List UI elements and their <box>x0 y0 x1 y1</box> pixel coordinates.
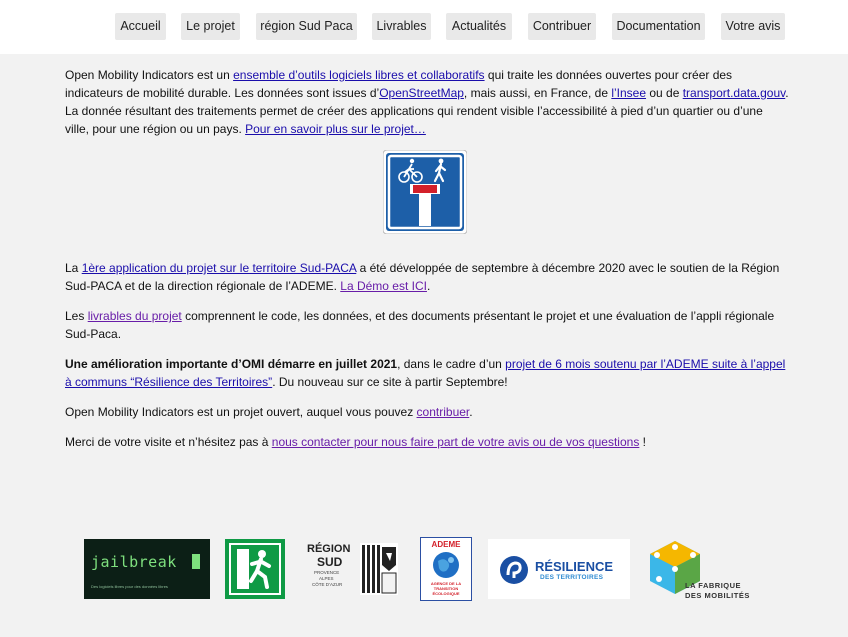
merci-paragraph: Merci de votre visite et n’hésitez pas à… <box>65 433 790 451</box>
sudpaca-paragraph: La 1ère application du projet sur le ter… <box>65 259 790 295</box>
fabrique-line2: DES MOBILITÉS <box>685 591 750 600</box>
jailbreak-logo[interactable]: jailbreak Des logiciels libres pour des … <box>84 539 210 599</box>
region-line1: RÉGION <box>307 543 351 555</box>
sudpaca-text: . <box>426 279 431 293</box>
region-sud-logo[interactable]: RÉGION SUD PROVENCE ALPES CÔTE D’AZUR <box>305 539 400 601</box>
partner-logos: jailbreak Des logiciels libres pour des … <box>0 535 848 605</box>
link-insee[interactable]: l’Insee <box>611 86 646 100</box>
jailbreak-wordmark: jailbreak <box>91 553 177 571</box>
amelioration-text: , dans le cadre d’un <box>397 357 506 371</box>
nav-actualites[interactable]: Actualités <box>446 13 512 40</box>
intro-text: Open Mobility Indicators est un <box>65 68 234 82</box>
ouvert-paragraph: Open Mobility Indicators est un projet o… <box>65 403 790 421</box>
nav-livrables[interactable]: Livrables <box>372 13 431 40</box>
dead-end-sign-icon <box>383 150 467 234</box>
ademe-logo[interactable]: ADEME AGENCE DE LA TRANSITION ÉCOLOGIQUE <box>420 537 472 601</box>
ademe-subtitle: AGENCE DE LA TRANSITION ÉCOLOGIQUE <box>421 581 471 596</box>
link-demo-ici[interactable]: La Démo est ICI <box>340 279 427 293</box>
top-bar: Accueil Le projet région Sud Paca Livrab… <box>0 0 848 54</box>
fabrique-mobilites-logo[interactable]: LA FABRIQUE DES MOBILITÉS <box>645 537 775 603</box>
cursor-block-icon <box>192 554 200 569</box>
exit-sign-icon[interactable] <box>225 539 285 599</box>
nav-contribuer[interactable]: Contribuer <box>528 13 596 40</box>
amelioration-bold: Une amélioration importante d’OMI démarr… <box>65 357 398 371</box>
region-line5: CÔTE D’AZUR <box>312 582 343 587</box>
ademe-sub3: ÉCOLOGIQUE <box>432 591 460 596</box>
intro-paragraph: Open Mobility Indicators est un ensemble… <box>65 66 790 138</box>
fabrique-line1: LA FABRIQUE <box>685 581 742 590</box>
ademe-wordmark: ADEME <box>431 540 461 549</box>
merci-text: Merci de votre visite et n’hésitez pas à <box>65 435 272 449</box>
intro-text: , mais aussi, en France, de <box>463 86 612 100</box>
region-crest-icon <box>360 543 398 595</box>
link-1ere-application[interactable]: 1ère application du projet sur le territ… <box>82 261 357 275</box>
intro-text: ou de <box>646 86 683 100</box>
link-contribuer[interactable]: contribuer <box>417 405 470 419</box>
main-content: Open Mobility Indicators est un ensemble… <box>65 66 790 463</box>
link-outils-logiciels[interactable]: ensemble d’outils logiciels libres et co… <box>233 68 484 82</box>
amelioration-text: . Du nouveau sur ce site à partir Septem… <box>272 375 508 389</box>
link-livrables[interactable]: livrables du projet <box>88 309 182 323</box>
amelioration-paragraph: Une amélioration importante d’OMI démarr… <box>65 355 790 391</box>
nav-accueil[interactable]: Accueil <box>115 13 166 40</box>
nav-le-projet[interactable]: Le projet <box>181 13 240 40</box>
livrables-text: Les <box>65 309 88 323</box>
ademe-globe-icon <box>433 552 459 578</box>
nav-region-sud-paca[interactable]: région Sud Paca <box>256 13 357 40</box>
nav-documentation[interactable]: Documentation <box>612 13 705 40</box>
sign-container <box>65 150 790 242</box>
livrables-paragraph: Les livrables du projet comprennent le c… <box>65 307 790 343</box>
link-openstreetmap[interactable]: OpenStreetMap <box>379 86 464 100</box>
merci-text: ! <box>639 435 646 449</box>
link-en-savoir-plus[interactable]: Pour en savoir plus sur le projet… <box>245 122 426 136</box>
resilience-title: RÉSILIENCE <box>535 559 614 574</box>
resilience-subtitle: DES TERRITOIRES <box>540 574 604 581</box>
region-line3: PROVENCE <box>314 570 340 575</box>
jailbreak-tagline: Des logiciels libres pour des données li… <box>91 584 168 589</box>
sudpaca-text: La <box>65 261 82 275</box>
link-transport-data-gouv[interactable]: transport.data.gouv <box>683 86 786 100</box>
region-line2: SUD <box>317 555 343 569</box>
ouvert-text: . <box>469 405 473 419</box>
link-nous-contacter[interactable]: nous contacter pour nous faire part de v… <box>272 435 640 449</box>
region-line4: ALPES <box>319 576 334 581</box>
nav-votre-avis[interactable]: Votre avis <box>721 13 785 40</box>
resilience-logo[interactable]: RÉSILIENCE DES TERRITOIRES <box>488 539 630 599</box>
ouvert-text: Open Mobility Indicators est un projet o… <box>65 405 417 419</box>
main-nav: Accueil Le projet région Sud Paca Livrab… <box>0 13 848 41</box>
resilience-emblem-icon <box>500 556 528 584</box>
